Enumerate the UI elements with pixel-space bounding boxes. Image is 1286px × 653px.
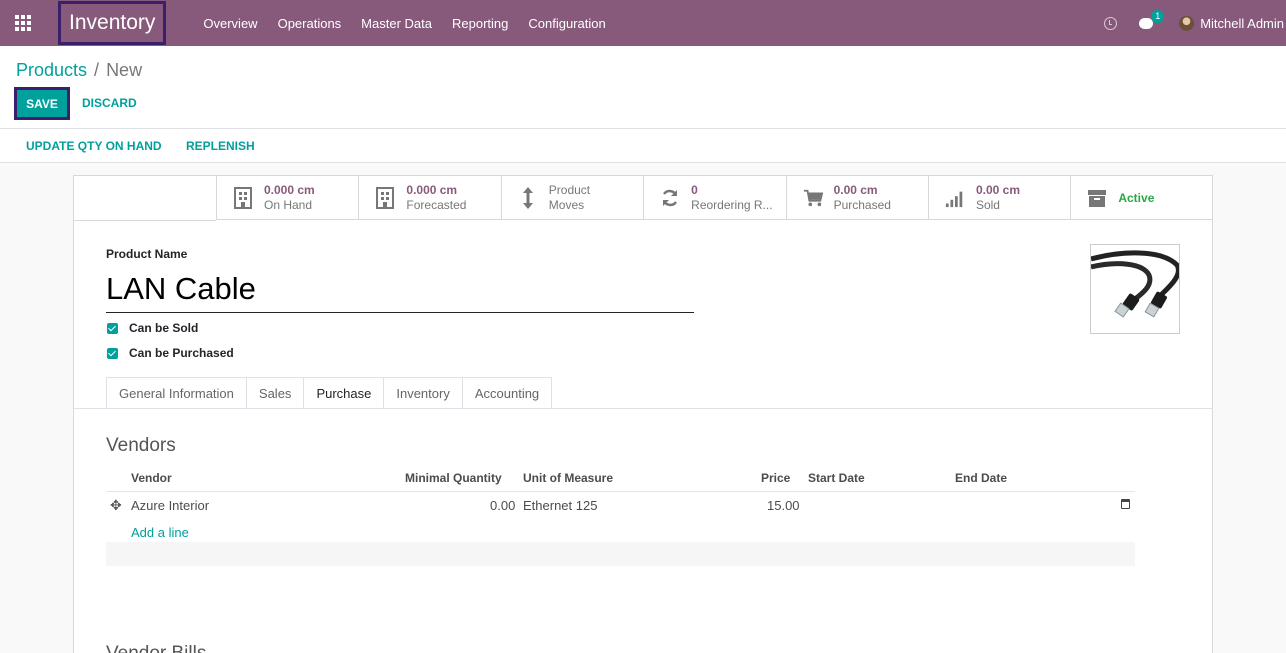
menu-reporting[interactable]: Reporting [452, 16, 508, 31]
top-navbar: Inventory Overview Operations Master Dat… [0, 0, 1286, 46]
purchased-button[interactable]: 0.00 cm Purchased [785, 176, 928, 220]
purchased-value: 0.00 cm [833, 183, 878, 197]
breadcrumb-current: New [106, 60, 143, 80]
drag-handle-icon[interactable]: ✥ [110, 497, 122, 514]
col-end-date[interactable]: End Date [955, 471, 1007, 485]
uom-cell[interactable]: Ethernet 125 [523, 498, 597, 513]
reordering-value: 0 [691, 183, 698, 197]
reordering-rules-button[interactable]: 0 Reordering R... [643, 176, 785, 220]
vendor-cell[interactable]: Azure Interior [131, 498, 209, 513]
messages-button[interactable]: 1 [1139, 9, 1165, 29]
signal-icon [945, 187, 965, 209]
on-hand-button[interactable]: 0.000 cm On Hand [216, 176, 358, 220]
building-icon [375, 187, 395, 209]
apps-grid-icon[interactable] [0, 0, 46, 46]
sold-value: 0.00 cm [975, 183, 1020, 197]
user-menu[interactable]: Mitchell Admin [1200, 16, 1284, 31]
main-menu: Overview Operations Master Data Reportin… [203, 16, 625, 31]
smart-button-box: 0.000 cm On Hand 0.000 cm Forecasted Produ… [216, 176, 1213, 220]
col-vendor[interactable]: Vendor [131, 471, 172, 485]
menu-master-data[interactable]: Master Data [361, 16, 432, 31]
lan-cable-image [1090, 250, 1181, 318]
product-image[interactable] [1090, 244, 1181, 334]
price-cell[interactable]: 15.00 [767, 498, 800, 513]
menu-overview[interactable]: Overview [203, 16, 257, 31]
can-be-purchased-row: Can be Purchased [107, 346, 234, 360]
save-button[interactable]: SAVE [14, 87, 70, 120]
avatar[interactable] [1179, 15, 1195, 31]
reordering-label: Reordering R... [691, 198, 773, 212]
forecasted-label: Forecasted [406, 198, 467, 212]
control-panel: Products / New SAVE DISCARD [0, 46, 1286, 129]
can-be-sold-checkbox[interactable] [107, 322, 118, 334]
discard-button[interactable]: DISCARD [82, 96, 137, 110]
can-be-sold-label[interactable]: Can be Sold [129, 321, 198, 335]
form-sheet: 0.000 cm On Hand 0.000 cm Forecasted Produ… [73, 175, 1213, 653]
table-footer [106, 542, 1135, 566]
can-be-purchased-checkbox[interactable] [107, 347, 118, 359]
breadcrumb-products[interactable]: Products [16, 60, 87, 81]
can-be-purchased-label[interactable]: Can be Purchased [129, 346, 234, 360]
can-be-sold-row: Can be Sold [107, 321, 198, 335]
tab-accounting[interactable]: Accounting [461, 377, 553, 409]
col-start-date[interactable]: Start Date [808, 471, 865, 485]
replenish-button[interactable]: REPLENISH [186, 139, 255, 153]
add-line-link[interactable]: Add a line [131, 525, 189, 540]
clock-icon[interactable] [1104, 16, 1118, 30]
active-status: Active [1118, 191, 1155, 205]
product-name-label: Product Name [106, 247, 188, 261]
vendor-bills-section-title: Vendor Bills [106, 643, 206, 653]
sold-button[interactable]: 0.00 cm Sold [927, 176, 1070, 220]
product-moves-button[interactable]: Product Moves [500, 176, 643, 220]
product-moves-label: Moves [548, 198, 585, 212]
purchased-label: Purchased [833, 198, 891, 212]
col-price[interactable]: Price [761, 471, 790, 485]
col-minimal-quantity[interactable]: Minimal Quantity [405, 471, 502, 485]
menu-operations[interactable]: Operations [278, 16, 342, 31]
tab-purchase[interactable]: Purchase [303, 377, 384, 409]
sold-label: Sold [975, 198, 1000, 212]
refresh-icon [660, 187, 680, 209]
table-row[interactable]: ✥ Azure Interior 0.00 Ethernet 125 15.00 [106, 491, 1135, 517]
update-qty-button[interactable]: UPDATE QTY ON HAND [26, 139, 162, 153]
arrows-vertical-icon [518, 187, 538, 209]
navbar-systray: 1 Mitchell Admin [1104, 9, 1286, 31]
tab-sales[interactable]: Sales [245, 377, 304, 409]
on-hand-value: 0.000 cm [264, 183, 315, 197]
form-statusbar: UPDATE QTY ON HAND REPLENISH [0, 129, 1286, 163]
trash-icon[interactable] [1121, 499, 1130, 509]
breadcrumb: Products / New [16, 60, 142, 81]
col-unit-of-measure[interactable]: Unit of Measure [523, 471, 613, 485]
product-name-input[interactable]: LAN Cable [106, 268, 694, 313]
tab-general-information[interactable]: General Information [106, 377, 246, 409]
active-toggle-button[interactable]: Active [1070, 176, 1212, 220]
notebook-tabs: General Information Sales Purchase Inven… [106, 377, 553, 409]
forecasted-button[interactable]: 0.000 cm Forecasted [358, 176, 500, 220]
archive-icon [1087, 187, 1107, 209]
vendors-section-title: Vendors [106, 435, 176, 456]
breadcrumb-separator: / [94, 60, 100, 80]
cart-icon [803, 187, 823, 209]
product-moves-title: Product [548, 183, 591, 197]
menu-configuration[interactable]: Configuration [528, 16, 605, 31]
chat-count-badge: 1 [1151, 9, 1165, 23]
on-hand-label: On Hand [264, 198, 313, 212]
min-qty-cell[interactable]: 0.00 [490, 498, 515, 513]
building-icon [233, 187, 253, 209]
app-brand[interactable]: Inventory [58, 1, 167, 45]
forecasted-value: 0.000 cm [406, 183, 458, 197]
tab-inventory[interactable]: Inventory [383, 377, 462, 409]
